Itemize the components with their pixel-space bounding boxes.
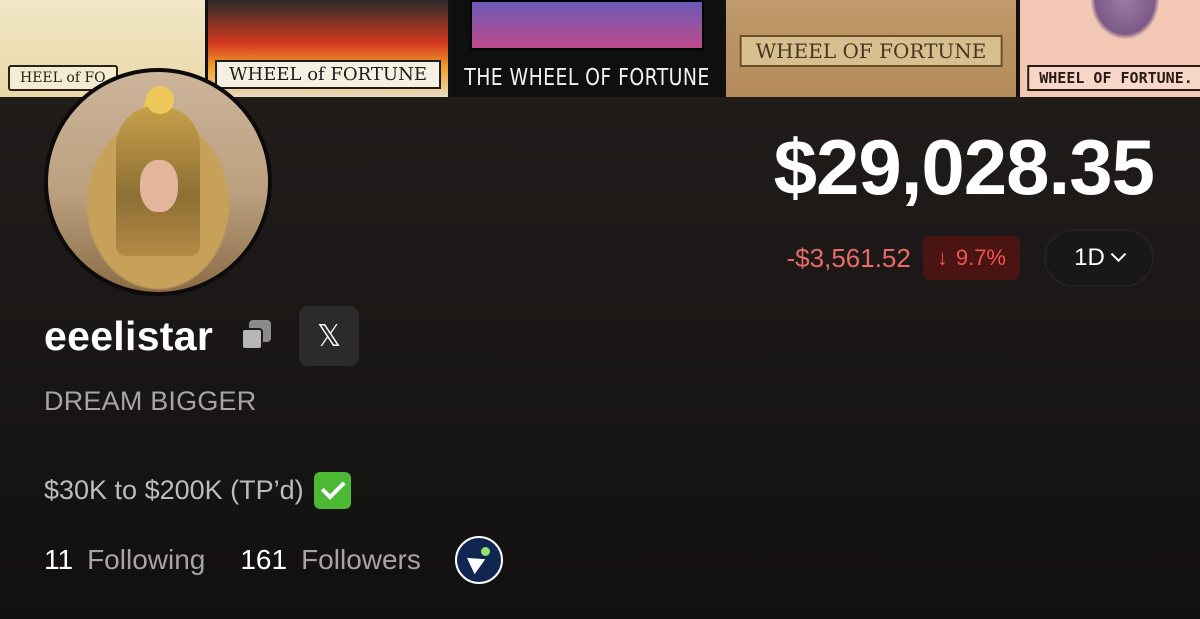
following-label: Following [87, 544, 206, 575]
profile-bio: DREAM BIGGER [44, 386, 257, 416]
banner-card-4: WHEEL OF FORTUNE [726, 0, 1016, 97]
copy-icon-front [241, 328, 264, 350]
banner-card-label: WHEEL of FORTUNE [215, 60, 441, 89]
arrow-down-icon: ↓ [936, 245, 948, 270]
banner-card-artwork [470, 0, 704, 50]
megaphone-badge-icon[interactable] [454, 536, 503, 584]
balance-change-row: -$3,561.52 ↓ 9.7% 1D [787, 229, 1154, 287]
change-amount: -$3,561.52 [786, 242, 911, 273]
name-row: eeelistar 𝕏 [44, 306, 360, 366]
period-selector-button[interactable]: 1D [1044, 229, 1154, 287]
avatar-face [140, 160, 178, 212]
period-label: 1D [1074, 244, 1105, 271]
username: eeelistar [44, 312, 214, 359]
banner-card-label: WHEEL OF FORTUNE [739, 35, 1003, 67]
tagline-text: $30K to $200K (TP’d) [44, 475, 304, 505]
badge-dot [480, 547, 490, 556]
x-logo-icon: 𝕏 [317, 318, 342, 354]
followers-label: Followers [301, 544, 421, 575]
chevron-down-icon [1110, 245, 1127, 262]
banner-card-label: WHEEL OF FORTUNE. [1027, 65, 1200, 91]
banner-card-5: WHEEL OF FORTUNE. [1020, 0, 1200, 97]
banner-card-label: THE WHEEL OF FORTUNE [464, 65, 710, 91]
banner-card-3: THE WHEEL OF FORTUNE [452, 0, 722, 97]
change-percent: 9.7% [955, 245, 1006, 270]
check-icon [313, 472, 351, 509]
portfolio-balance: $29,028.35 [773, 123, 1155, 211]
profile-tagline: $30K to $200K (TP’d) [44, 472, 351, 509]
banner-card-artwork [1090, 0, 1160, 40]
copy-icon[interactable] [239, 318, 275, 354]
avatar-ornament [146, 86, 174, 114]
avatar[interactable] [44, 68, 272, 296]
following-link[interactable]: 11 Following [44, 544, 205, 576]
change-percent-badge: ↓ 9.7% [922, 236, 1020, 280]
following-count: 11 [44, 544, 74, 575]
follow-stats: 11 Following 161 Followers [44, 536, 503, 584]
banner-card-2: WHEEL of FORTUNE [208, 0, 448, 97]
followers-count: 161 [240, 544, 288, 575]
x-profile-button[interactable]: 𝕏 [299, 306, 360, 366]
followers-link[interactable]: 161 Followers [240, 544, 421, 576]
